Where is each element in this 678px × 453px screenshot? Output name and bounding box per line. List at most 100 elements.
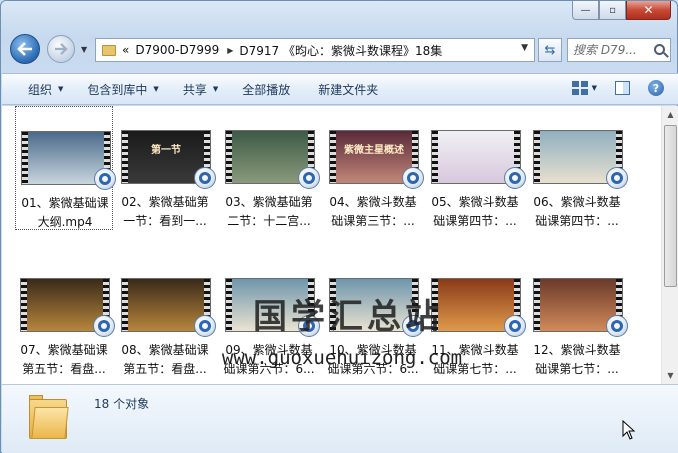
chevron-right-icon[interactable]: ▶	[227, 46, 233, 55]
file-list[interactable]: ▲ ▼ 01、紫微基础课 大纲.mp4 第一节 02、紫微基础第 一节：看到一... 03…	[2, 106, 678, 384]
file-name: 07、紫微基础课 第五节：看盘...	[15, 341, 113, 379]
media-player-icon	[606, 167, 628, 189]
refresh-button[interactable]: ⇆	[538, 38, 562, 62]
file-name-line: 第五节：看盘...	[22, 362, 106, 376]
file-name-line: 础课第三节：...	[331, 214, 415, 228]
change-view-icon[interactable]	[571, 81, 588, 95]
media-player-icon	[504, 315, 526, 337]
file-name-line: 06、紫微斗数基	[533, 195, 621, 209]
thumbnail-title: 紫微主星概述	[344, 145, 404, 156]
film-strip	[534, 131, 540, 183]
file-item[interactable]: 紫微主星概述 04、紫微斗数基 础课第三节：...	[324, 106, 424, 231]
close-button[interactable]: ✕	[626, 1, 671, 20]
file-name: 05、紫微斗数基 础课第四节：...	[426, 193, 524, 231]
address-overflow[interactable]: «	[122, 43, 129, 57]
command-bar: 组织 ▼ 包含到库中 ▼ 共享 ▼ 全部播放 新建文件夹 ▼ ?	[2, 73, 678, 105]
explorer-window: — ▫ ✕ ▼ « D7900-D7999 ▶ D7917 《昀心：紫微斗数课程…	[0, 0, 678, 453]
scroll-down-icon[interactable]: ▼	[662, 367, 678, 384]
breadcrumb-current[interactable]: D7917 《昀心：紫微斗数课程》18集	[239, 42, 442, 59]
file-name: 04、紫微斗数基 础课第三节：...	[324, 193, 422, 231]
video-thumbnail: 第一节	[121, 130, 216, 189]
folder-icon	[102, 44, 116, 56]
file-name: 03、紫微基础第 二节：十二宫...	[220, 193, 318, 231]
film-strip	[226, 131, 232, 183]
caret-down-icon: ▼	[58, 85, 64, 93]
media-player-icon	[94, 168, 116, 190]
caret-down-icon: ▼	[212, 85, 219, 93]
organize-button[interactable]: 组织 ▼	[18, 81, 73, 98]
caption-buttons: — ▫ ✕	[572, 1, 671, 20]
item-count: 18 个对象	[94, 397, 150, 411]
breadcrumb-parent[interactable]: D7900-D7999	[135, 43, 219, 57]
file-item[interactable]: 第一节 02、紫微基础第 一节：看到一...	[116, 106, 216, 231]
help-icon[interactable]: ?	[648, 80, 664, 96]
view-controls: ▼ ?	[571, 80, 664, 96]
vertical-scrollbar[interactable]: ▲ ▼	[661, 106, 678, 384]
address-bar[interactable]: « D7900-D7999 ▶ D7917 《昀心：紫微斗数课程》18集 ▼	[95, 38, 535, 62]
share-button[interactable]: 共享 ▼	[173, 81, 228, 98]
watermark-url: www.guoxuehuizong.com	[221, 347, 463, 369]
search-input[interactable]	[573, 43, 657, 57]
file-name-line: 础课第七节：...	[535, 362, 619, 376]
video-thumbnail	[533, 130, 628, 189]
film-strip	[122, 131, 128, 183]
details-pane: 18 个对象	[2, 384, 678, 453]
forward-button[interactable]	[47, 35, 75, 63]
file-name-line: 12、紫微斗数基	[533, 343, 621, 357]
file-name-line: 02、紫微基础第	[121, 195, 209, 209]
file-name-line: 二节：十二宫...	[227, 214, 311, 228]
arrow-right-icon	[54, 43, 68, 55]
scroll-thumb[interactable]	[664, 125, 677, 287]
command-label: 组织	[28, 82, 53, 97]
media-player-icon	[194, 167, 216, 189]
folder-icon	[29, 395, 69, 439]
file-name-line: 04、紫微斗数基	[329, 195, 417, 209]
file-item[interactable]: 03、紫微基础第 二节：十二宫...	[220, 106, 320, 231]
command-label: 共享	[182, 82, 207, 97]
search-icon[interactable]	[654, 44, 665, 55]
command-label: 全部播放	[242, 82, 291, 97]
video-thumbnail: 紫微主星概述	[329, 130, 424, 189]
file-item[interactable]: 07、紫微基础课 第五节：看盘...	[15, 254, 115, 379]
preview-pane-icon[interactable]	[615, 81, 630, 95]
caret-down-icon: ▼	[153, 85, 159, 93]
watermark-text: 国学汇总站	[253, 297, 443, 337]
thumbnail-title: 第一节	[151, 145, 181, 156]
video-thumbnail	[431, 130, 526, 189]
media-player-icon	[504, 167, 526, 189]
file-name-line: 大纲.mp4	[37, 215, 93, 229]
video-thumbnail	[225, 130, 320, 189]
recent-pages-button[interactable]: ▼	[81, 45, 87, 54]
scroll-up-icon[interactable]: ▲	[662, 106, 678, 123]
media-player-icon	[298, 167, 320, 189]
file-name: 12、紫微斗数基 础课第七节：...	[528, 341, 626, 379]
include-in-library-button[interactable]: 包含到库中 ▼	[77, 81, 168, 98]
back-button[interactable]	[10, 34, 40, 64]
file-name-line: 07、紫微基础课	[20, 343, 108, 357]
file-item[interactable]: 01、紫微基础课 大纲.mp4	[15, 106, 116, 232]
video-thumbnail	[533, 278, 628, 337]
refresh-icon: ⇆	[544, 42, 556, 58]
caret-down-icon[interactable]: ▼	[592, 84, 597, 92]
file-item[interactable]: 06、紫微斗数基 础课第四节：...	[528, 106, 628, 230]
media-player-icon	[606, 315, 628, 337]
chevron-down-icon[interactable]: ▼	[521, 43, 528, 53]
new-folder-button[interactable]: 新建文件夹	[308, 81, 388, 98]
file-item[interactable]: 12、紫微斗数基 础课第七节：...	[528, 254, 628, 379]
minimize-button[interactable]: —	[572, 1, 599, 20]
play-all-button[interactable]: 全部播放	[232, 81, 300, 98]
file-item[interactable]: 05、紫微斗数基 础课第四节：...	[426, 106, 526, 231]
search-box[interactable]	[567, 38, 671, 62]
file-name-line: 础课第四节：...	[535, 214, 619, 228]
arrow-left-icon	[17, 42, 32, 56]
command-label: 新建文件夹	[318, 82, 379, 97]
file-name: 01、紫微基础课 大纲.mp4	[16, 194, 114, 232]
mouse-cursor-icon	[622, 420, 636, 440]
film-strip	[534, 279, 540, 331]
film-strip	[21, 279, 27, 331]
file-name: 02、紫微基础第 一节：看到一...	[116, 193, 214, 231]
file-name-line: 础课第四节：...	[433, 214, 517, 228]
media-player-icon	[93, 315, 115, 337]
maximize-button[interactable]: ▫	[599, 1, 626, 20]
media-player-icon	[402, 167, 424, 189]
